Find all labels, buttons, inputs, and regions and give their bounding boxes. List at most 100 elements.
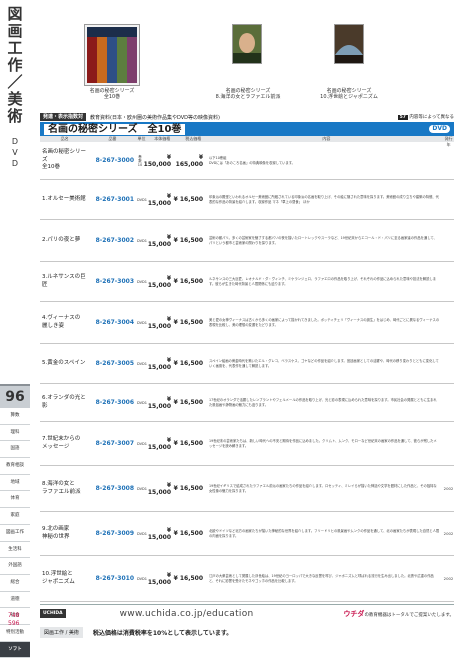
title-char: ／: [7, 73, 23, 91]
base-price: ¥ 15,000: [147, 436, 171, 451]
table-row: 7.世紀末からの メッセージ 8-267-3007 DVD1 ¥ 15,000 ¥ 16…: [40, 422, 454, 466]
title-char: 術: [7, 107, 23, 125]
base-price: ¥ 15,000: [147, 233, 171, 248]
base-price: ¥ 15,000: [147, 274, 171, 289]
subtitle-char: D: [11, 137, 19, 146]
product-name: 9.北の画家 神秘の世界: [42, 526, 70, 540]
product-description: 美と愛の女神ヴィーナスは古くから多くの画家によって描かれてきました。ボッティチェ…: [209, 318, 440, 327]
section-key: 図画工作 / 美術: [40, 626, 83, 638]
product-number: 8-267-3008: [95, 485, 134, 492]
product-name: 1.オルセー美術館: [42, 195, 86, 202]
product-name: 2.パリの夜と夢: [42, 236, 81, 243]
table-row: 5.黄金のスペイン 8-267-3005 DVD1 ¥ 15,000 ¥ 16,500 ス…: [40, 344, 454, 384]
product-description: 芸術の都パリ。多くの芸術家を魅了する都パリの夜を描いたロートレックやスーラなど、…: [209, 236, 437, 245]
brand-tagline: ウチダの教育機器はトータルでご提案いたします。: [343, 609, 454, 618]
dvd-cover-vol8: [233, 25, 261, 63]
tax-price: ¥ 16,500: [173, 360, 203, 367]
tax-price: ¥ 16,500: [173, 485, 203, 492]
product-description: 17世紀のオランダで活躍したレンブラントやフェルメールの作品を取り上げ、光と影の…: [209, 398, 437, 407]
side-nav-item[interactable]: 外国語: [0, 558, 30, 575]
base-price: ¥ 150,000: [143, 153, 171, 168]
table-row: 9.北の画家 神秘の世界 8-267-3009 DVD1 ¥ 15,000 ¥ 16,5…: [40, 512, 454, 556]
tax-price: ¥ 16,500: [173, 196, 203, 203]
tax-price: ¥ 16,500: [173, 399, 203, 406]
tax-price: ¥ 16,500: [173, 319, 203, 326]
dvd-set-illustration: [87, 27, 137, 83]
table-row: 1.オルセー美術館 8-267-3001 DVD1 ¥ 15,000 ¥ 16,500 印…: [40, 180, 454, 220]
title-char: 図: [7, 5, 23, 23]
tax-price: ¥ 16,500: [173, 278, 203, 285]
category-key: 発達・表示指数対: [40, 113, 87, 121]
product-description: 印象派の殿堂といわれるオルセー美術館に所蔵されている印象派の名画を取り上げ、その…: [209, 195, 439, 204]
product-number: 8-267-3003: [95, 278, 134, 285]
product-name: 3.ルネサンスの巨匠: [42, 274, 86, 288]
product-name: 10.浮世絵と ジャポニズム: [42, 571, 75, 585]
product-number: 8-267-3000: [95, 157, 134, 164]
page-number: 96: [0, 384, 30, 408]
product-description: 江戸の大衆芸術として発展した浮世絵は、19世紀のヨーロッパで大きな反響を呼び、ジ…: [209, 574, 434, 583]
title-char: 作: [7, 56, 23, 74]
photo-caption: 名画の秘密シリーズ 全10巻: [89, 88, 135, 100]
side-nav-item[interactable]: 体育: [0, 491, 30, 509]
product-description: ルネサンスの三大巨匠、レオナルド・ダ・ヴィンチ、ミケランジェロ、ラファエロの作品…: [209, 277, 436, 286]
dvd-cover-vol10: [335, 25, 363, 63]
product-name: 4.ヴィーナスの 麗しき姿: [42, 315, 81, 329]
side-nav-item[interactable]: 国語: [0, 441, 30, 459]
tax-note: 税込価格は消費税率を10%として表示しています。: [92, 629, 233, 637]
base-price: ¥ 15,000: [147, 356, 171, 371]
subtitle-char: V: [12, 148, 18, 157]
tax-price: ¥ 16,500: [173, 530, 203, 537]
product-description: 以下10巻組 DVDには「あのころ名画」の特典映像を収録しています。: [209, 156, 295, 165]
side-numbers: 748 596: [0, 612, 30, 628]
dvd-badge: DVD: [429, 125, 450, 133]
product-description: 19世紀末の芸術家たちは、新しい時代への不安と期待を作品に込めました。クリムト、…: [209, 439, 437, 448]
base-price: ¥ 15,000: [147, 571, 171, 586]
table-row: 名画の秘密シリーズ 全10巻 8-267-3000 巻数10 ¥ 150,000 ¥ 1…: [40, 142, 454, 180]
product-photo-vol8: [232, 24, 262, 64]
side-nav-item[interactable]: 教育相談: [0, 458, 30, 475]
table-row: 3.ルネサンスの巨匠 8-267-3003 DVD1 ¥ 15,000 ¥ 16,500…: [40, 262, 454, 302]
product-name: 6.オランダの光と影: [42, 395, 86, 409]
release-year: 2002: [443, 576, 454, 581]
website-url[interactable]: www.uchida.co.jp/education: [120, 609, 254, 619]
product-number: 8-267-3002: [95, 237, 134, 244]
product-name: 名画の秘密シリーズ 全10巻: [42, 149, 87, 171]
base-price: ¥ 15,000: [147, 315, 171, 330]
side-nav-item[interactable]: 算数: [0, 408, 30, 425]
product-name: 7.世紀末からの メッセージ: [42, 436, 81, 450]
side-number: 596: [8, 620, 20, 627]
product-description: 19世紀イギリスで結成されたラファエル前派の画家たちの作品を紹介します。ロセッテ…: [209, 484, 437, 493]
product-number: 8-267-3006: [95, 399, 134, 406]
side-nav-item[interactable]: ソフト: [0, 641, 30, 658]
product-number: 8-267-3007: [95, 440, 134, 447]
base-price: ¥ 15,000: [147, 526, 171, 541]
base-price: ¥ 15,000: [147, 192, 171, 207]
table-row: 2.パリの夜と夢 8-267-3002 DVD1 ¥ 15,000 ¥ 16,500 芸術…: [40, 220, 454, 262]
table-row: 10.浮世絵と ジャポニズム 8-267-3010 DVD1 ¥ 15,000 ¥ 16…: [40, 556, 454, 602]
tax-price: ¥ 16,500: [173, 575, 203, 582]
side-nav-item[interactable]: 生活科: [0, 542, 30, 559]
title-char: 美: [7, 90, 23, 108]
side-nav-item[interactable]: 家庭: [0, 508, 30, 525]
side-nav-item[interactable]: 道徳: [0, 592, 30, 609]
base-price: ¥ 15,000: [147, 481, 171, 496]
category-right: 57 内容等によって異なる: [397, 115, 454, 120]
product-photo-set: [84, 24, 140, 86]
bottom-bar: 図画工作 / 美術 税込価格は消費税率を10%として表示しています。: [40, 625, 454, 639]
series-banner: 名画の秘密シリーズ 全10巻 DVD: [40, 122, 454, 136]
table-row: 6.オランダの光と影 8-267-3006 DVD1 ¥ 15,000 ¥ 16,500…: [40, 384, 454, 422]
tax-price: ¥ 16,500: [173, 237, 203, 244]
product-description: スペイン絵画の黄金時代を築いたエル・グレコ、ベラスケス、ゴヤなどの作品を紹介しま…: [209, 359, 439, 368]
subtitle-char: D: [11, 159, 19, 168]
product-number: 8-267-3005: [95, 360, 134, 367]
side-nav-item[interactable]: 図画工作: [0, 525, 30, 542]
side-nav-item[interactable]: 地域: [0, 475, 30, 492]
side-nav-item[interactable]: 総合: [0, 575, 30, 592]
side-nav-item[interactable]: 理科: [0, 425, 30, 442]
base-price: ¥ 15,000: [147, 395, 171, 410]
series-title: 名画の秘密シリーズ 全10巻: [44, 123, 186, 135]
product-name: 5.黄金のスペイン: [42, 359, 86, 366]
photo-caption: 名画の秘密シリーズ 8.海洋の女とラファエル前派: [215, 88, 281, 100]
side-number: 748: [8, 612, 20, 619]
category-text: 教育資料(日本・欧州圏の美術作品集やDVD等の映像資料): [90, 114, 220, 121]
